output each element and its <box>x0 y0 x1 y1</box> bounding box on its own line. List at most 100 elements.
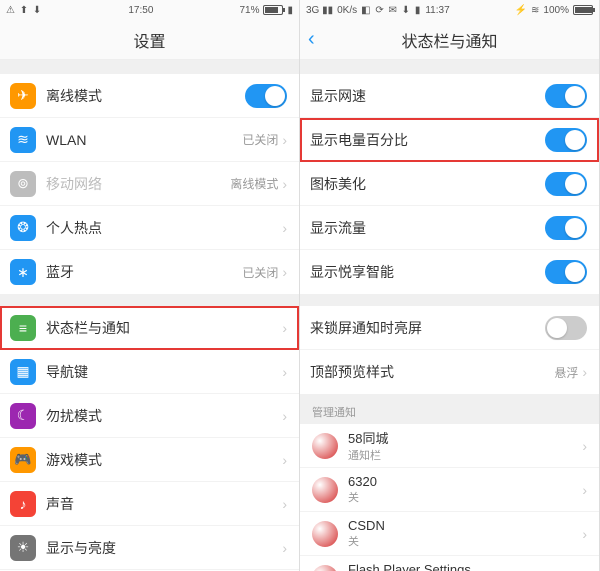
app-sub: 关 <box>348 489 582 505</box>
chevron-right-icon: › <box>282 132 287 148</box>
row-label: 显示悦享智能 <box>310 262 545 282</box>
app-row[interactable]: 58同城通知栏› <box>300 424 599 468</box>
row-label: 显示网速 <box>310 86 545 106</box>
row-preview_style[interactable]: 顶部预览样式悬浮› <box>300 350 599 394</box>
row-label: 个人热点 <box>46 218 282 238</box>
batt_pct-toggle[interactable] <box>545 128 587 152</box>
toggle-row-yuexiang[interactable]: 显示悦享智能 <box>300 250 599 294</box>
netspeed-toggle[interactable] <box>545 84 587 108</box>
wifi-icon: ≋ <box>531 5 539 16</box>
row-label: 移动网络 <box>46 174 230 194</box>
section-header-notifications: 管理通知 <box>300 394 599 424</box>
chevron-right-icon: › <box>282 408 287 424</box>
settings-row-navkeys[interactable]: ▦ 导航键› <box>0 350 299 394</box>
row-label: 声音 <box>46 494 282 514</box>
settings-row-display[interactable]: ☀显示与亮度› <box>0 526 299 570</box>
show_traffic-toggle[interactable] <box>545 216 587 240</box>
row-label: 来锁屏通知时亮屏 <box>310 318 545 338</box>
lock_wake-toggle[interactable] <box>545 316 587 340</box>
settings-row-hotspot[interactable]: ❂ 个人热点› <box>0 206 299 250</box>
app-row[interactable]: CSDN关› <box>300 512 599 556</box>
back-button[interactable]: ‹ <box>308 28 315 51</box>
chevron-right-icon: › <box>282 496 287 512</box>
statusbar-settings-pane: 3G ▮▮ 0K/s ◧ ⟳ ✉ ⬇ ▮ 11:37 ⚡ ≋ 100% ‹ 状态… <box>300 0 600 571</box>
battery-percent-right: 100% <box>543 5 569 16</box>
settings-row-sound[interactable]: ♪声音› <box>0 482 299 526</box>
row-value: 已关闭 <box>242 264 278 281</box>
yuexiang-toggle[interactable] <box>545 260 587 284</box>
settings-row-dnd[interactable]: ☾勿扰模式› <box>0 394 299 438</box>
display-icon: ☀ <box>10 535 36 561</box>
chevron-right-icon: › <box>282 320 287 336</box>
settings-row-statusbar[interactable]: ≡ 状态栏与通知› <box>0 306 299 350</box>
row-label: 状态栏与通知 <box>46 318 282 338</box>
settings-row-airplane[interactable]: ✈ 离线模式 <box>0 74 299 118</box>
app-name: 6320 <box>348 474 582 489</box>
status-time: 17:50 <box>128 5 153 16</box>
airplane-toggle[interactable] <box>245 84 287 108</box>
row-label: 图标美化 <box>310 174 545 194</box>
game-icon: 🎮 <box>10 447 36 473</box>
app-icon <box>312 565 338 571</box>
nav-header-left: 设置 <box>0 20 299 60</box>
statusbar-settings-list[interactable]: 显示网速显示电量百分比图标美化显示流量显示悦享智能来锁屏通知时亮屏顶部预览样式悬… <box>300 60 599 571</box>
statusbar-icon: ≡ <box>10 315 36 341</box>
app-icon <box>312 433 338 459</box>
settings-row-wlan[interactable]: ≋WLAN已关闭› <box>0 118 299 162</box>
row-label: 蓝牙 <box>46 262 242 282</box>
app-row[interactable]: Flash Player Settings关› <box>300 556 599 571</box>
row-label: 显示电量百分比 <box>310 130 545 150</box>
row-label: 显示流量 <box>310 218 545 238</box>
battery-percent: 71% <box>239 5 259 16</box>
icon_beauty-toggle[interactable] <box>545 172 587 196</box>
app-icon <box>312 521 338 547</box>
row-label: 离线模式 <box>46 86 245 106</box>
settings-row-bt[interactable]: ∗蓝牙已关闭› <box>0 250 299 294</box>
chevron-right-icon: › <box>282 540 287 556</box>
settings-list[interactable]: ✈离线模式≋WLAN已关闭›⊚移动网络离线模式›❂个人热点›∗蓝牙已关闭›≡状态… <box>0 60 299 571</box>
app-sub: 关 <box>348 533 582 549</box>
chevron-right-icon: › <box>282 264 287 280</box>
signal-indicator: 3G ▮▮ <box>306 5 333 16</box>
row-lock_wake[interactable]: 来锁屏通知时亮屏 <box>300 306 599 350</box>
row-label: 导航键 <box>46 362 282 382</box>
wlan-icon: ≋ <box>10 127 36 153</box>
page-title: 设置 <box>133 28 165 52</box>
settings-pane: ⚠ ⬆ ⬇ 17:50 71% ▮ 设置 ✈离线模式≋WLAN已关闭›⊚移动网络… <box>0 0 300 571</box>
battery-icon-right <box>573 5 593 15</box>
chevron-right-icon: › <box>282 452 287 468</box>
row-label: WLAN <box>46 132 242 148</box>
row-label: 游戏模式 <box>46 450 282 470</box>
toggle-row-icon_beauty[interactable]: 图标美化 <box>300 162 599 206</box>
net-speed: 0K/s <box>337 5 357 16</box>
row-value: 悬浮 <box>554 364 578 381</box>
battery-icon <box>263 5 283 15</box>
nav-header-right: ‹ 状态栏与通知 <box>300 20 599 60</box>
status-bar-right: 3G ▮▮ 0K/s ◧ ⟳ ✉ ⬇ ▮ 11:37 ⚡ ≋ 100% <box>300 0 599 20</box>
page-title-right: 状态栏与通知 <box>401 28 497 52</box>
toggle-row-netspeed[interactable]: 显示网速 <box>300 74 599 118</box>
chevron-right-icon: › <box>282 364 287 380</box>
app-name: 58同城 <box>348 428 582 447</box>
navkeys-icon: ▦ <box>10 359 36 385</box>
app-sub: 通知栏 <box>348 447 582 463</box>
chevron-right-icon: › <box>282 220 287 236</box>
status-time-right: 11:37 <box>425 5 449 16</box>
status-bar-left: ⚠ ⬆ ⬇ 17:50 71% ▮ <box>0 0 299 20</box>
status-icons-right: ◧ ⟳ ✉ ⬇ ▮ <box>361 5 421 16</box>
app-name: Flash Player Settings <box>348 562 582 571</box>
hotspot-icon: ❂ <box>10 215 36 241</box>
chevron-right-icon: › <box>582 526 587 542</box>
toggle-row-show_traffic[interactable]: 显示流量 <box>300 206 599 250</box>
row-value: 离线模式 <box>230 175 278 192</box>
app-row[interactable]: 6320关› <box>300 468 599 512</box>
settings-row-game[interactable]: 🎮 游戏模式› <box>0 438 299 482</box>
chevron-right-icon: › <box>582 438 587 454</box>
toggle-row-batt_pct[interactable]: 显示电量百分比 <box>300 118 599 162</box>
mobile-icon: ⊚ <box>10 171 36 197</box>
app-icon <box>312 477 338 503</box>
bluetooth-icon: ⚡ <box>515 5 527 16</box>
status-icons-left: ⚠ ⬆ ⬇ <box>6 5 42 16</box>
airplane-icon: ✈ <box>10 83 36 109</box>
chevron-right-icon: › <box>282 176 287 192</box>
